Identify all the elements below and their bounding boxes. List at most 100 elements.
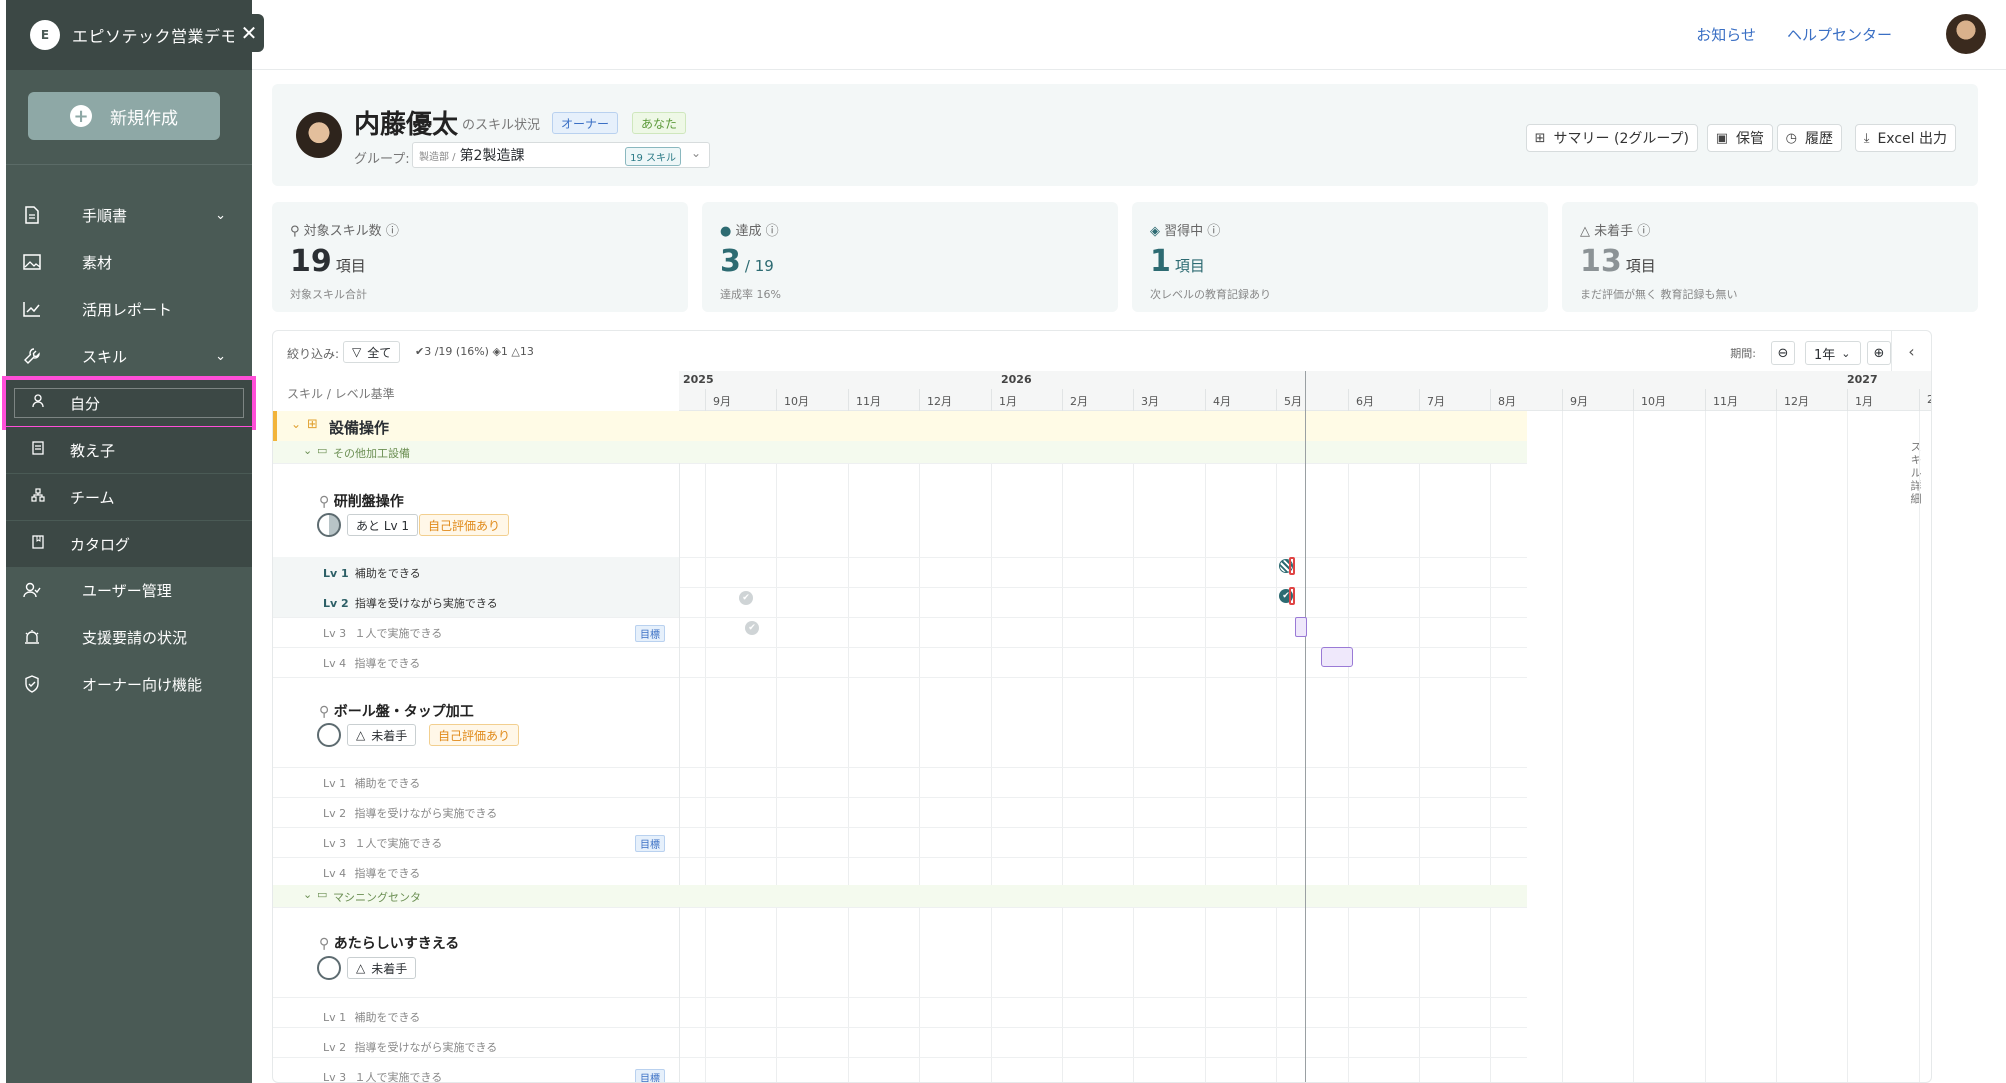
period-select[interactable]: 1年 ⌄ <box>1805 341 1861 365</box>
stat-title: 習得中 <box>1164 224 1204 239</box>
plan-bar[interactable] <box>1321 647 1353 667</box>
collapse-panel-button[interactable]: ‹ <box>1891 331 1931 371</box>
stat-unit: 項目 <box>335 257 366 275</box>
grid-line <box>1633 411 1634 1082</box>
level-row[interactable]: Lv 2 指導を受けながら実施できる <box>323 1039 497 1055</box>
skill-name: ボール盤・タップ加工 <box>333 704 474 720</box>
sidebar-item-manual[interactable]: 手順書 ⌄ <box>6 192 252 238</box>
zoom-in-button[interactable]: ⊕ <box>1867 341 1891 365</box>
level-number: Lv 1 <box>323 777 347 790</box>
zoom-out-button[interactable]: ⊖ <box>1771 341 1795 365</box>
level-row[interactable]: Lv 1 補助をできる <box>323 565 421 581</box>
row-separator <box>273 617 1527 618</box>
level-desc: １人で実施できる <box>354 627 443 640</box>
avatar[interactable] <box>1946 14 1986 54</box>
app-logo: E <box>30 20 60 50</box>
level-number: Lv 2 <box>323 597 349 610</box>
eval-marker[interactable] <box>1289 587 1295 605</box>
info-icon: ⓘ <box>1207 224 1221 239</box>
book-icon <box>30 535 46 553</box>
sidebar-item-materials[interactable]: 素材 <box>6 239 252 285</box>
row-separator <box>273 463 1527 464</box>
level-row[interactable]: Lv 3 １人で実施できる <box>323 1069 442 1082</box>
category-row[interactable]: ⌄ ⊞ 設備操作 <box>273 411 1527 441</box>
past-check-marker[interactable]: ✔ <box>739 591 753 605</box>
month-divider <box>1776 389 1777 411</box>
chevron-left-icon: ‹ <box>1908 341 1915 361</box>
level-row[interactable]: Lv 4 指導をできる <box>323 655 420 671</box>
stat-value: 19 <box>290 244 332 279</box>
grid-line <box>1419 411 1420 1082</box>
month-label: 10月 <box>784 395 809 408</box>
month-label: 4月 <box>1213 395 1231 408</box>
row-separator <box>273 797 1527 798</box>
month-divider <box>1847 389 1848 411</box>
level-row[interactable]: Lv 3 １人で実施できる <box>323 625 442 641</box>
chevron-down-icon: ⌄ <box>303 888 313 901</box>
stat-unit: 項目 <box>1174 257 1205 275</box>
group-title: その他加工設備 <box>333 447 410 460</box>
group-select[interactable]: 製造部 / 第2製造課 19 スキル ⌄ <box>412 142 710 168</box>
group-row[interactable]: ⌄ ▭ マシニングセンタ <box>273 885 1527 907</box>
past-check-marker[interactable]: ✔ <box>745 621 759 635</box>
zoom-out-icon: ⊖ <box>1777 345 1789 361</box>
grid-line <box>848 411 849 1082</box>
sidebar-item-team[interactable]: チーム <box>6 474 252 520</box>
sidebar-item-user-admin[interactable]: ユーザー管理 <box>6 567 252 613</box>
level-row[interactable]: Lv 1 補助をできる <box>323 1009 420 1025</box>
zoom-in-icon: ⊕ <box>1873 345 1885 361</box>
notice-link[interactable]: お知らせ <box>1696 24 1756 45</box>
level-row[interactable]: Lv 1 補助をできる <box>323 775 420 791</box>
excel-label: Excel 出力 <box>1877 131 1947 147</box>
info-icon: ⓘ <box>765 224 779 239</box>
filter-all-button[interactable]: ▽ 全て <box>343 341 401 363</box>
level-desc: 補助をできる <box>354 1011 421 1024</box>
history-button[interactable]: ◷ 履歴 <box>1776 124 1842 152</box>
level-row[interactable]: Lv 3 １人で実施できる <box>323 835 442 851</box>
grid-icon: ⊞ <box>1534 130 1546 146</box>
save-button[interactable]: ▣ 保管 <box>1706 124 1773 152</box>
level-row[interactable]: Lv 2 指導を受けながら実施できる <box>323 805 497 821</box>
sidebar-item-label: 素材 <box>82 253 113 272</box>
filter-label: 絞り込み: <box>287 347 340 361</box>
new-create-button[interactable]: + 新規作成 <box>28 92 220 140</box>
grid-line <box>1276 411 1277 1082</box>
excel-export-button[interactable]: ⤓ Excel 出力 <box>1854 124 1956 152</box>
level-desc: 指導をできる <box>354 867 421 880</box>
sidebar-item-label: チーム <box>70 488 115 507</box>
stat-card-achieved: ● 達成 ⓘ 3/ 19 達成率 16% <box>702 202 1118 312</box>
filter-icon: ▽ <box>352 345 362 359</box>
grid-line <box>1919 411 1920 1082</box>
sidebar-item-support[interactable]: 支援要請の状況 <box>6 614 252 660</box>
plan-bar[interactable] <box>1295 617 1307 637</box>
not-started-chip: 未着手 <box>371 961 408 976</box>
sidebar-item-skill[interactable]: スキル ⌄ <box>6 333 252 379</box>
month-label: 2月 <box>1070 395 1088 408</box>
month-divider <box>1348 389 1349 411</box>
chevron-down-icon: ⌄ <box>215 348 226 364</box>
level-desc: 指導をできる <box>354 657 421 670</box>
eval-marker[interactable] <box>1289 557 1295 575</box>
sidebar-item-report[interactable]: 活用レポート <box>6 286 252 332</box>
sidebar-item-students[interactable]: 教え子 <box>6 427 252 473</box>
level-row[interactable]: Lv 4 指導をできる <box>323 865 420 881</box>
level-row[interactable]: Lv 2 指導を受けながら実施できる <box>323 595 498 611</box>
sidebar-item-catalog[interactable]: カタログ <box>6 521 252 567</box>
summary-label: サマリー (2グループ) <box>1553 131 1689 147</box>
skill-gantt: 絞り込み: ▽ 全て ✔3 /19 (16%) ◈1 △13 期間: ⊖ 1年 ⌄… <box>272 330 1932 1083</box>
chevron-down-icon: ⌄ <box>291 417 302 431</box>
sidebar-item-self[interactable]: 自分 <box>2 376 256 430</box>
month-divider <box>991 389 992 411</box>
sidebar-item-label: カタログ <box>70 535 131 554</box>
group-row[interactable]: ⌄ ▭ その他加工設備 <box>273 441 1527 463</box>
month-label: 7月 <box>1427 395 1445 408</box>
month-divider <box>705 389 706 411</box>
month-label: 2 <box>1927 393 1931 406</box>
summary-button[interactable]: ⊞ サマリー (2グループ) <box>1525 124 1698 152</box>
help-center-link[interactable]: ヘルプセンター <box>1787 24 1892 45</box>
grid-line <box>1705 411 1706 1082</box>
info-icon: ⓘ <box>385 224 399 239</box>
folder-icon: ▭ <box>317 888 328 901</box>
sidebar-item-owner[interactable]: オーナー向け機能 <box>6 661 252 707</box>
remaining-level-chip: あと Lv 1 <box>347 514 419 536</box>
